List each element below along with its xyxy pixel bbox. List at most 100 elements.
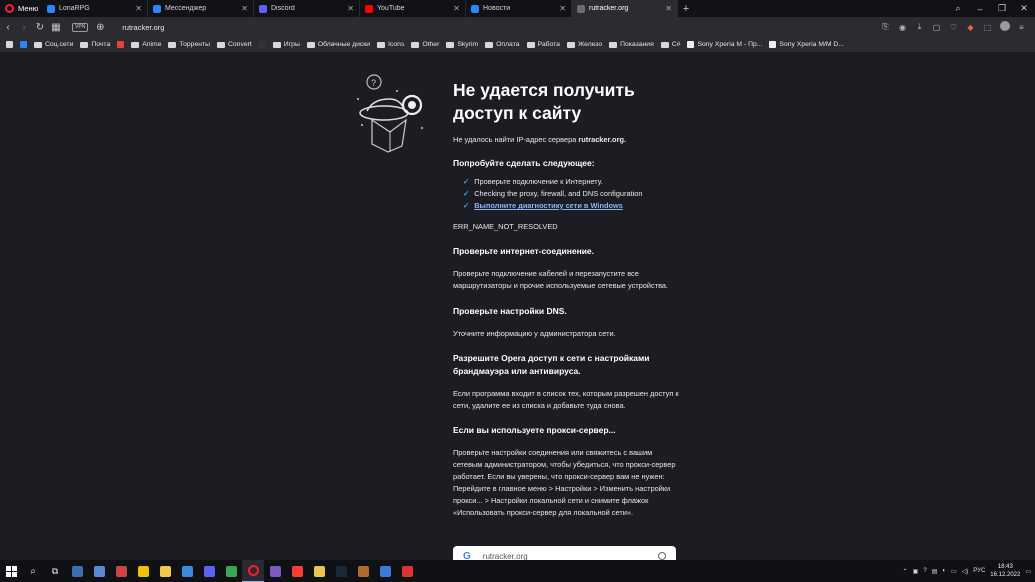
browser-tab[interactable]: YouTube ✕ xyxy=(360,0,466,17)
photos-icon[interactable] xyxy=(176,560,198,582)
close-tab-icon[interactable]: ✕ xyxy=(453,4,460,13)
volume-icon[interactable]: ◁) xyxy=(962,568,969,575)
bookmark-item[interactable]: Облачные диски xyxy=(306,41,370,48)
tray-app-icon[interactable]: ▣ xyxy=(913,568,919,575)
folder-icon xyxy=(168,41,177,48)
app-icon[interactable] xyxy=(110,560,132,582)
app-glyph-icon xyxy=(269,565,281,577)
bookmark-item[interactable]: Convert xyxy=(216,41,252,48)
bookmark-item[interactable]: Показания xyxy=(609,41,654,48)
app-icon[interactable] xyxy=(264,560,286,582)
chrome-icon[interactable] xyxy=(220,560,242,582)
back-icon[interactable]: ‹ xyxy=(0,22,16,33)
clock[interactable]: 18:43 16.12.2022 xyxy=(990,563,1020,579)
speed-dial-icon[interactable]: ▦ xyxy=(48,22,64,33)
app-icon[interactable] xyxy=(396,560,418,582)
opera-icon[interactable] xyxy=(242,560,264,582)
reload-icon[interactable]: ↻ xyxy=(32,22,48,33)
bookmark-label: Почта xyxy=(91,41,111,48)
folder-icon xyxy=(609,41,618,48)
bookmark-item[interactable]: C# xyxy=(660,41,680,48)
app-icon[interactable] xyxy=(352,560,374,582)
close-tab-icon[interactable]: ✕ xyxy=(559,4,566,13)
bookmark-label: Оплата xyxy=(496,41,520,48)
windows-diagnostics-link[interactable]: Выполните диагностику сети в Windows xyxy=(474,200,623,212)
camera-icon[interactable]: ◉ xyxy=(897,23,908,32)
browser-tab[interactable]: Новости ✕ xyxy=(466,0,572,17)
close-tab-icon[interactable]: ✕ xyxy=(135,4,142,13)
chevron-up-icon[interactable]: ⌃ xyxy=(903,568,908,575)
close-tab-icon[interactable]: ✕ xyxy=(665,4,672,13)
tab-title: Мессенджер xyxy=(165,5,207,12)
search-input[interactable]: rutracker.org xyxy=(483,552,658,561)
download-icon[interactable]: ⤓ xyxy=(914,22,925,32)
url-field[interactable]: rutracker.org xyxy=(122,23,880,32)
sticky-notes-icon[interactable] xyxy=(132,560,154,582)
bookmark-item[interactable]: Железо xyxy=(566,41,602,48)
close-tab-icon[interactable]: ✕ xyxy=(241,4,248,13)
help-icon[interactable]: ? xyxy=(923,568,926,574)
google-search-box[interactable]: G rutracker.org xyxy=(453,546,676,560)
yandex-icon[interactable] xyxy=(286,560,308,582)
browser-tab[interactable]: Discord ✕ xyxy=(254,0,360,17)
language-indicator[interactable]: РУС xyxy=(973,568,985,574)
windows-start-icon[interactable] xyxy=(0,560,22,582)
bookmark-item[interactable]: Skyrim xyxy=(446,41,478,48)
browser-tab[interactable]: rutracker.org ✕ xyxy=(572,0,678,17)
google-logo-icon: G xyxy=(463,550,471,561)
tray-app-icon[interactable]: ◐ xyxy=(942,568,946,574)
bookmark-item[interactable]: Оплата xyxy=(485,41,520,48)
calculator-icon[interactable] xyxy=(66,560,88,582)
bookmark-item[interactable]: Sony Xperia M/M D... xyxy=(769,41,844,48)
search-icon[interactable] xyxy=(658,552,666,560)
browser-tab[interactable]: LonaRPG ✕ xyxy=(42,0,148,17)
app-icon[interactable] xyxy=(88,560,110,582)
steam-icon[interactable] xyxy=(330,560,352,582)
bookmark-item[interactable]: Почта xyxy=(80,41,110,48)
bookmark-item[interactable]: Торренты xyxy=(168,41,210,48)
bookmark-item[interactable] xyxy=(20,41,27,48)
vpn-badge[interactable]: VPN xyxy=(72,22,89,32)
tab-strip: Меню LonaRPG ✕ Мессенджер ✕ Discord ✕ YouTube ✕… xyxy=(0,0,1035,17)
opera-menu-button[interactable]: Меню xyxy=(0,0,42,17)
extension-icon[interactable]: ⬚ xyxy=(982,23,993,32)
search-icon[interactable]: ⌕ xyxy=(22,560,44,582)
forward-icon[interactable]: › xyxy=(16,22,32,33)
extension-icon[interactable]: ◆ xyxy=(965,23,976,32)
bookmark-item[interactable]: Icons xyxy=(377,41,404,48)
easy-setup-icon[interactable]: ≡ xyxy=(1016,23,1027,32)
heart-icon[interactable]: ♡ xyxy=(948,23,959,32)
minimize-button[interactable]: – xyxy=(969,4,991,14)
bookmark-item[interactable]: Other xyxy=(411,41,439,48)
discord-icon[interactable] xyxy=(198,560,220,582)
browser-tab[interactable]: Мессенджер ✕ xyxy=(148,0,254,17)
bookmark-item[interactable]: Работа xyxy=(526,41,560,48)
bookmark-item[interactable]: Anime xyxy=(131,41,161,48)
snapshot-icon[interactable]: ⎘ xyxy=(880,22,891,32)
new-tab-button[interactable]: + xyxy=(678,0,694,17)
bookmark-item[interactable]: Соц.сети xyxy=(34,41,73,48)
bookmark-label: Игры xyxy=(283,41,300,48)
bookmark-icon[interactable]: ▢ xyxy=(931,23,942,32)
network-icon[interactable]: ▭ xyxy=(951,568,957,575)
site-info-icon[interactable]: ⊕ xyxy=(92,22,108,33)
bookmark-item[interactable]: Игры xyxy=(272,41,300,48)
close-window-button[interactable]: ✕ xyxy=(1013,3,1035,14)
notes-icon[interactable] xyxy=(308,560,330,582)
section-heading: Проверьте настройки DNS. xyxy=(453,306,567,316)
bookmark-item[interactable] xyxy=(258,41,266,48)
tray-app-icon[interactable]: ▤ xyxy=(932,568,938,575)
bookmark-item[interactable] xyxy=(6,41,13,48)
maximize-button[interactable]: ❐ xyxy=(991,3,1013,14)
browser-icon[interactable] xyxy=(374,560,396,582)
close-tab-icon[interactable]: ✕ xyxy=(347,4,354,13)
tab-search-icon[interactable]: ⌕ xyxy=(947,3,969,14)
windows-taskbar: ⌕ ⧉ ⌃ ▣ ? ▤ ◐ ▭ ◁) РУС 18:43 16.12.2022 ▭ xyxy=(0,560,1035,582)
profile-avatar-icon[interactable] xyxy=(999,21,1010,33)
folder-icon xyxy=(34,41,42,48)
bookmark-item[interactable] xyxy=(117,41,125,48)
notifications-icon[interactable]: ▭ xyxy=(1025,568,1031,575)
file-explorer-icon[interactable] xyxy=(154,560,176,582)
bookmark-item[interactable]: Sony Xperia M - Пр... xyxy=(687,41,762,48)
task-view-icon[interactable]: ⧉ xyxy=(44,560,66,582)
